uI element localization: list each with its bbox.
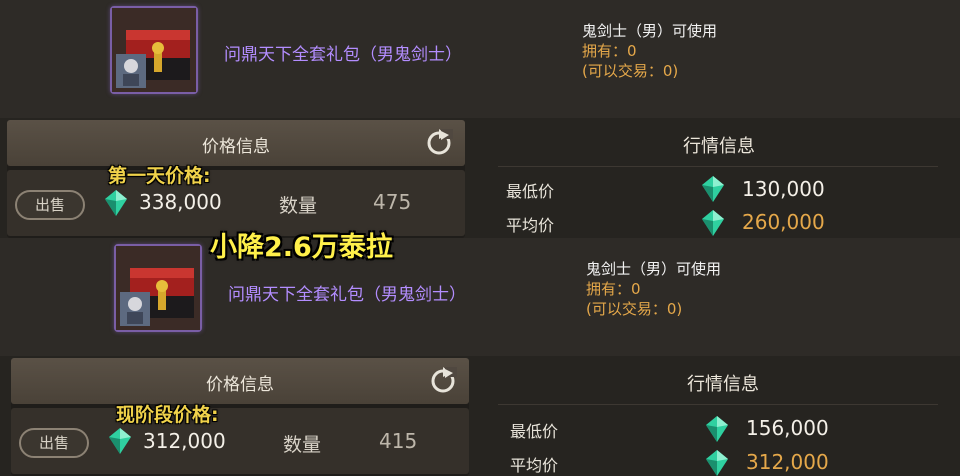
price-value: 338,000	[139, 190, 222, 214]
market-info-title: 行情信息	[687, 374, 759, 395]
gift-box-icon[interactable]	[114, 244, 202, 332]
price-annotation: 现阶段价格:	[116, 404, 219, 426]
owned-count: 拥有：0	[586, 280, 641, 298]
market-divider	[498, 404, 938, 405]
price-info-box: 价格信息 出售 338,000 数量 475	[7, 120, 465, 238]
gem-currency-icon	[706, 416, 728, 442]
gem-currency-icon	[702, 210, 724, 236]
gem-currency-icon	[105, 190, 127, 216]
gem-currency-icon	[109, 428, 131, 454]
usable-by-text: 鬼剑士（男）可使用	[586, 260, 722, 278]
trade-panel: 问鼎天下全套礼包（男鬼剑士） 鬼剑士（男）可使用 拥有：0 (可以交易：0) 价…	[0, 0, 960, 238]
owned-count: 拥有：0	[582, 42, 637, 60]
item-name: 问鼎天下全套礼包（男鬼剑士）	[224, 45, 462, 65]
gift-box-icon[interactable]	[110, 6, 198, 94]
average-price-value: 260,000	[742, 210, 825, 234]
gem-currency-icon	[706, 450, 728, 476]
average-price-value: 312,000	[746, 450, 829, 474]
sell-row: 出售 312,000 数量 415	[11, 408, 469, 474]
gem-currency-icon	[702, 176, 724, 202]
refresh-icon[interactable]	[429, 367, 457, 395]
market-info-title: 行情信息	[683, 136, 755, 157]
price-info-box: 价格信息 出售 312,000 数量 415	[11, 358, 469, 476]
market-info-box: 行情信息 最低价 156,000 平均价 312,000	[478, 358, 960, 476]
sell-button[interactable]: 出售	[15, 190, 85, 220]
price-info-header: 价格信息	[11, 358, 469, 404]
price-value: 312,000	[143, 429, 226, 453]
tradeable-count: (可以交易：0)	[582, 62, 679, 80]
refresh-icon[interactable]	[425, 129, 453, 157]
average-price-label: 平均价	[506, 216, 555, 235]
trade-panel: 问鼎天下全套礼包（男鬼剑士） 鬼剑士（男）可使用 拥有：0 (可以交易：0) 价…	[0, 238, 960, 476]
quantity-value: 415	[379, 429, 418, 453]
quantity-value: 475	[373, 190, 412, 214]
price-annotation: 第一天价格:	[108, 165, 211, 187]
lowest-price-label: 最低价	[510, 422, 559, 441]
usable-by-text: 鬼剑士（男）可使用	[582, 22, 718, 40]
lowest-price-label: 最低价	[506, 182, 555, 201]
lowest-price-value: 156,000	[746, 416, 829, 440]
lowest-price-value: 130,000	[742, 177, 825, 201]
sell-button[interactable]: 出售	[19, 428, 89, 458]
price-info-header: 价格信息	[7, 120, 465, 166]
quantity-label: 数量	[283, 434, 322, 456]
quantity-label: 数量	[279, 195, 318, 217]
price-info-title: 价格信息	[202, 137, 270, 157]
item-name: 问鼎天下全套礼包（男鬼剑士）	[228, 285, 466, 305]
price-drop-caption: 小降2.6万泰拉	[210, 232, 393, 263]
market-info-box: 行情信息 最低价 130,000 平均价 260,000	[478, 120, 960, 238]
tradeable-count: (可以交易：0)	[586, 300, 683, 318]
average-price-label: 平均价	[510, 456, 559, 475]
market-divider	[498, 166, 938, 167]
price-info-title: 价格信息	[206, 375, 274, 395]
